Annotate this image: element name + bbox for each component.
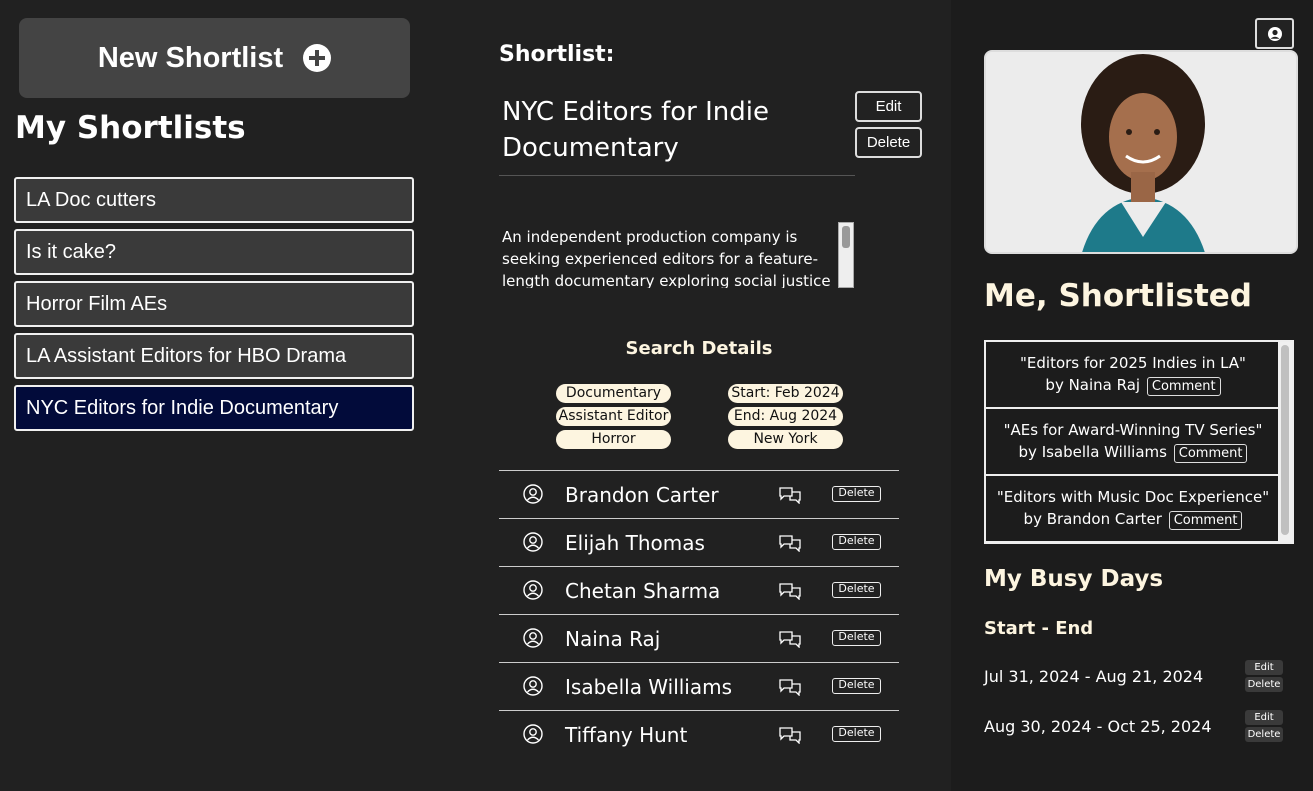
shortlist-item-label: NYC Editors for Indie Documentary xyxy=(26,396,339,419)
profile-panel: Me, Shortlisted "Editors for 2025 Indies… xyxy=(951,0,1313,791)
shortlist-item[interactable]: LA Doc cutters xyxy=(14,177,414,223)
comment-button[interactable]: Comment xyxy=(1173,444,1248,463)
person-name[interactable]: Brandon Carter xyxy=(565,483,719,507)
person-name[interactable]: Elijah Thomas xyxy=(565,531,705,555)
list-item: "AEs for Award-Winning TV Series" by Isa… xyxy=(986,409,1280,476)
person-row: Isabella Williams Delete xyxy=(499,662,899,710)
comment-button[interactable]: Comment xyxy=(1168,511,1243,530)
shortlist-description-field[interactable]: An independent production company is see… xyxy=(499,222,855,288)
user-circle-icon xyxy=(523,580,543,600)
edit-busy-button[interactable]: Edit xyxy=(1245,660,1283,675)
shortlist-detail: Shortlist: NYC Editors for Indie Documen… xyxy=(440,0,950,791)
user-circle-icon xyxy=(523,676,543,696)
person-row: Brandon Carter Delete xyxy=(499,470,899,518)
delete-busy-button[interactable]: Delete xyxy=(1245,727,1283,742)
shortlist-owner: by Naina Raj xyxy=(1045,376,1141,394)
list-item: "Editors with Music Doc Experience" by B… xyxy=(986,476,1280,542)
person-row: Elijah Thomas Delete xyxy=(499,518,899,566)
tag-pill: Horror xyxy=(556,430,671,449)
chat-bubbles-icon[interactable] xyxy=(778,582,802,600)
scrollbar-thumb[interactable] xyxy=(1281,345,1289,535)
shortlist-item-label: Horror Film AEs xyxy=(26,292,168,315)
tag-pill: Start: Feb 2024 xyxy=(728,384,843,403)
shortlist-title: "Editors with Music Doc Experience" xyxy=(996,488,1270,506)
scrollbar-thumb[interactable] xyxy=(842,226,850,248)
chat-bubbles-icon[interactable] xyxy=(778,486,802,504)
shortlist-title: "Editors for 2025 Indies in LA" xyxy=(1020,354,1246,372)
shortlist-item[interactable]: LA Assistant Editors for HBO Drama xyxy=(14,333,414,379)
person-row: Chetan Sharma Delete xyxy=(499,566,899,614)
user-circle-icon xyxy=(1267,26,1282,41)
start-end-header: Start - End xyxy=(984,618,1094,639)
edit-busy-button[interactable]: Edit xyxy=(1245,710,1283,725)
person-name[interactable]: Isabella Williams xyxy=(565,675,732,699)
busy-range: Aug 30, 2024 - Oct 25, 2024 xyxy=(984,717,1212,736)
delete-button[interactable]: Delete xyxy=(855,127,922,158)
tag-pill: Documentary xyxy=(556,384,671,403)
shortlist-heading: Shortlist: xyxy=(499,42,615,67)
person-row: Tiffany Hunt Delete xyxy=(499,710,899,758)
remove-person-button[interactable]: Delete xyxy=(832,726,881,742)
remove-person-button[interactable]: Delete xyxy=(832,486,881,502)
plus-circle-icon xyxy=(303,44,332,72)
person-name[interactable]: Naina Raj xyxy=(565,627,660,651)
comment-button[interactable]: Comment xyxy=(1146,377,1221,396)
shortlist-item-label: LA Doc cutters xyxy=(26,188,157,211)
tag-pill: Assistant Editor xyxy=(556,407,671,426)
remove-person-button[interactable]: Delete xyxy=(832,582,881,598)
remove-person-button[interactable]: Delete xyxy=(832,678,881,694)
shortlist-item-label: LA Assistant Editors for HBO Drama xyxy=(26,344,347,367)
chat-bubbles-icon[interactable] xyxy=(778,630,802,648)
user-circle-icon xyxy=(523,724,543,744)
chat-bubbles-icon[interactable] xyxy=(778,534,802,552)
shortlist-title: "AEs for Award-Winning TV Series" xyxy=(1003,421,1263,439)
shortlisted-by-list: "Editors for 2025 Indies in LA" by Naina… xyxy=(984,340,1294,544)
my-shortlists-title: My Shortlists xyxy=(15,110,246,146)
person-row: Naina Raj Delete xyxy=(499,614,899,662)
description-scrollbar[interactable] xyxy=(838,222,854,288)
delete-busy-button[interactable]: Delete xyxy=(1245,677,1283,692)
comments-scrollbar[interactable] xyxy=(1278,342,1292,542)
user-circle-icon xyxy=(523,484,543,504)
user-circle-icon xyxy=(523,628,543,648)
me-shortlisted-title: Me, Shortlisted xyxy=(984,278,1252,314)
shortlist-item-active[interactable]: NYC Editors for Indie Documentary xyxy=(14,385,414,431)
remove-person-button[interactable]: Delete xyxy=(832,534,881,550)
busy-days-title: My Busy Days xyxy=(984,566,1164,592)
chat-bubbles-icon[interactable] xyxy=(778,726,802,744)
shortlist-item-label: Is it cake? xyxy=(26,240,117,263)
chat-bubbles-icon[interactable] xyxy=(778,678,802,696)
user-circle-icon xyxy=(523,532,543,552)
person-name[interactable]: Tiffany Hunt xyxy=(565,723,687,747)
profile-photo xyxy=(984,50,1298,254)
search-details-title: Search Details xyxy=(625,338,773,359)
edit-button[interactable]: Edit xyxy=(855,91,922,122)
account-button[interactable] xyxy=(1255,18,1294,49)
shortlists-sidebar: New Shortlist My Shortlists LA Doc cutte… xyxy=(0,0,440,791)
shortlist-item[interactable]: Horror Film AEs xyxy=(14,281,414,327)
shortlist-owner: by Brandon Carter xyxy=(1023,510,1162,528)
person-name[interactable]: Chetan Sharma xyxy=(565,579,720,603)
shortlist-owner: by Isabella Williams xyxy=(1018,443,1167,461)
new-shortlist-label: New Shortlist xyxy=(97,41,284,74)
shortlist-name-field[interactable]: NYC Editors for Indie Documentary xyxy=(499,90,855,176)
tag-pill: End: Aug 2024 xyxy=(728,407,843,426)
shortlist-item[interactable]: Is it cake? xyxy=(14,229,414,275)
remove-person-button[interactable]: Delete xyxy=(832,630,881,646)
list-item: "Editors for 2025 Indies in LA" by Naina… xyxy=(986,342,1280,409)
busy-range: Jul 31, 2024 - Aug 21, 2024 xyxy=(984,667,1204,686)
new-shortlist-button[interactable]: New Shortlist xyxy=(19,18,410,98)
tag-pill: New York xyxy=(728,430,843,449)
